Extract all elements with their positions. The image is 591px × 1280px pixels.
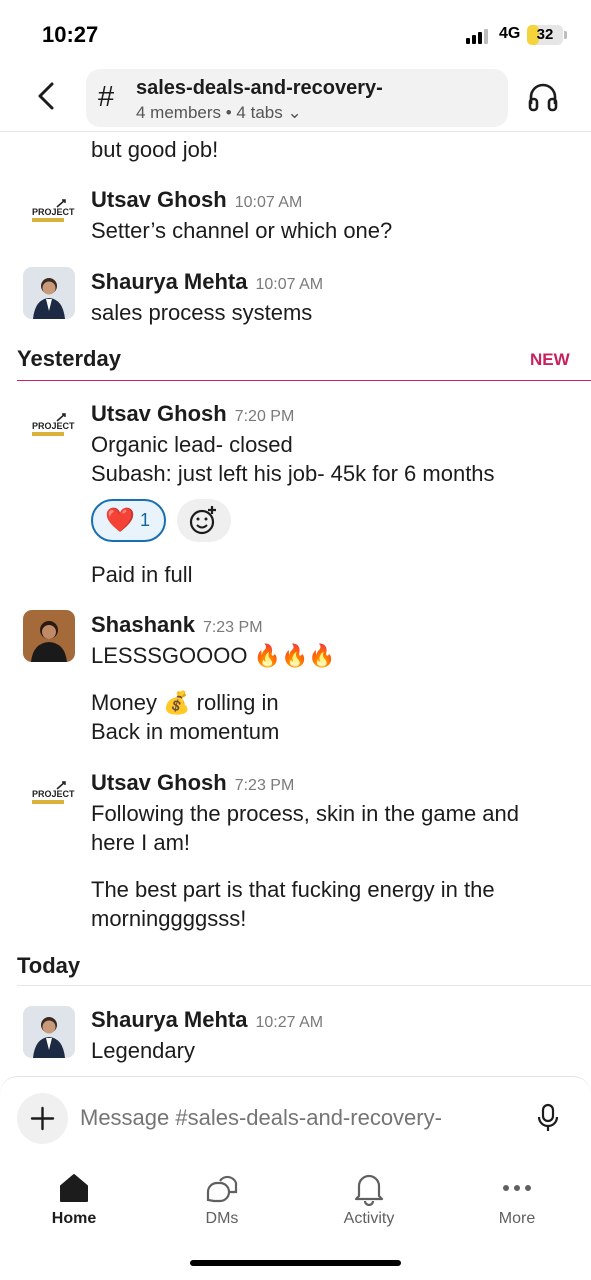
hash-icon: # (98, 81, 115, 113)
svg-text:PROJECT: PROJECT (32, 789, 75, 799)
username[interactable]: Shashank (91, 612, 195, 637)
tab-activity[interactable]: Activity (309, 1160, 429, 1240)
dms-icon (206, 1175, 238, 1203)
today-divider-line (17, 985, 591, 986)
message-text: Organic lead- closed (91, 432, 293, 457)
bottom-tab-bar: Home DMs Activity More (0, 1160, 591, 1280)
message-text: Back in momentum (91, 719, 280, 744)
battery-icon: 32 (527, 25, 563, 45)
add-reaction-button[interactable] (177, 499, 231, 542)
timestamp: 7:23 PM (202, 619, 263, 636)
timestamp: 7:23 PM (234, 777, 295, 794)
date-divider-today: Today (17, 953, 81, 978)
message-text: Setter’s channel or which one? (91, 218, 393, 243)
user-photo-icon (23, 610, 75, 662)
battery-cap (564, 31, 567, 39)
new-messages-label: NEW (530, 350, 570, 369)
message-text: but good job! (91, 137, 219, 162)
avatar[interactable]: PROJECT (23, 769, 75, 821)
channel-header: # sales-deals-and-recovery- 4 members • … (0, 66, 591, 132)
timestamp: 7:20 PM (234, 408, 295, 425)
message-composer (0, 1076, 591, 1160)
timestamp: 10:07 AM (255, 276, 324, 293)
signal-icon (466, 28, 492, 44)
channel-name: sales-deals-and-recovery- (136, 77, 383, 99)
message-input[interactable] (80, 1105, 510, 1131)
status-bar: 10:27 4G 32 (0, 0, 591, 66)
voice-button[interactable] (534, 1103, 562, 1133)
new-divider-line (17, 380, 591, 381)
status-time: 10:27 (42, 22, 99, 47)
message-text: The best part is that fucking energy in … (91, 877, 495, 902)
message-list[interactable]: but good job! PROJECT Utsav Ghosh 10:07 A… (0, 133, 591, 1076)
avatar[interactable] (23, 267, 75, 319)
message-text: Paid in full (91, 562, 193, 587)
message-text: Legendary (91, 1038, 195, 1063)
microphone-icon (537, 1103, 559, 1131)
plus-icon (30, 1106, 55, 1131)
tab-home[interactable]: Home (14, 1160, 134, 1240)
attach-button[interactable] (17, 1093, 68, 1144)
home-icon (60, 1174, 88, 1202)
back-chevron-icon (38, 82, 54, 110)
date-divider-yesterday: Yesterday (17, 346, 121, 371)
timestamp: 10:27 AM (255, 1014, 324, 1031)
add-reaction-icon (189, 506, 216, 535)
tab-more[interactable]: More (457, 1160, 577, 1240)
activity-bell-icon (354, 1174, 384, 1206)
project-logo-icon: PROJECT (32, 781, 75, 804)
message-text: sales process systems (91, 300, 313, 325)
tab-more-label: More (498, 1210, 536, 1227)
avatar[interactable]: PROJECT (23, 187, 75, 239)
user-photo-icon (23, 267, 75, 319)
message-text: Money 💰 rolling in (91, 690, 279, 715)
heart-reaction-button[interactable]: ❤️ 1 (91, 499, 166, 542)
user-photo-icon (23, 1006, 75, 1058)
message-header: Utsav Ghosh 7:23 PM (91, 770, 294, 796)
tab-activity-label: Activity (343, 1210, 395, 1227)
message-text: here I am! (91, 830, 191, 855)
network-type: 4G (499, 25, 521, 42)
username[interactable]: Utsav Ghosh (91, 187, 227, 212)
tab-home-label: Home (51, 1210, 97, 1227)
message-header: Utsav Ghosh 10:07 AM (91, 187, 302, 213)
channel-info-button[interactable]: # sales-deals-and-recovery- 4 members • … (86, 69, 508, 127)
back-button[interactable] (30, 78, 66, 114)
tab-dms-label: DMs (205, 1210, 239, 1227)
more-icon (503, 1185, 531, 1191)
battery-level: 32 (536, 26, 554, 43)
message-header: Shaurya Mehta 10:07 AM (91, 269, 323, 295)
avatar[interactable] (23, 1006, 75, 1058)
reaction-count: 1 (140, 510, 151, 530)
message-text: morninggggsss! (91, 906, 247, 931)
message-text: Subash: just left his job- 45k for 6 mon… (91, 461, 495, 486)
avatar[interactable]: PROJECT (23, 401, 75, 453)
channel-meta: 4 members • 4 tabs ⌄ (136, 103, 302, 122)
home-indicator (190, 1260, 401, 1266)
message-text: Following the process, skin in the game … (91, 801, 520, 826)
svg-text:PROJECT: PROJECT (32, 421, 75, 431)
timestamp: 10:07 AM (234, 194, 303, 211)
huddle-button[interactable] (526, 80, 560, 114)
username[interactable]: Utsav Ghosh (91, 770, 227, 795)
tab-dms[interactable]: DMs (162, 1160, 282, 1240)
heart-emoji: ❤️ (105, 507, 135, 534)
project-logo-icon: PROJECT (32, 413, 75, 436)
avatar[interactable] (23, 610, 75, 662)
username[interactable]: Utsav Ghosh (91, 401, 227, 426)
message-header: Utsav Ghosh 7:20 PM (91, 401, 294, 427)
svg-text:PROJECT: PROJECT (32, 207, 75, 217)
message-header: Shaurya Mehta 10:27 AM (91, 1007, 323, 1033)
username[interactable]: Shaurya Mehta (91, 1007, 248, 1032)
project-logo-icon: PROJECT (32, 199, 75, 222)
username[interactable]: Shaurya Mehta (91, 269, 248, 294)
message-text: LESSSGOOOO 🔥🔥🔥 (91, 643, 336, 668)
headphones-icon (528, 83, 558, 112)
message-header: Shashank 7:23 PM (91, 612, 263, 638)
